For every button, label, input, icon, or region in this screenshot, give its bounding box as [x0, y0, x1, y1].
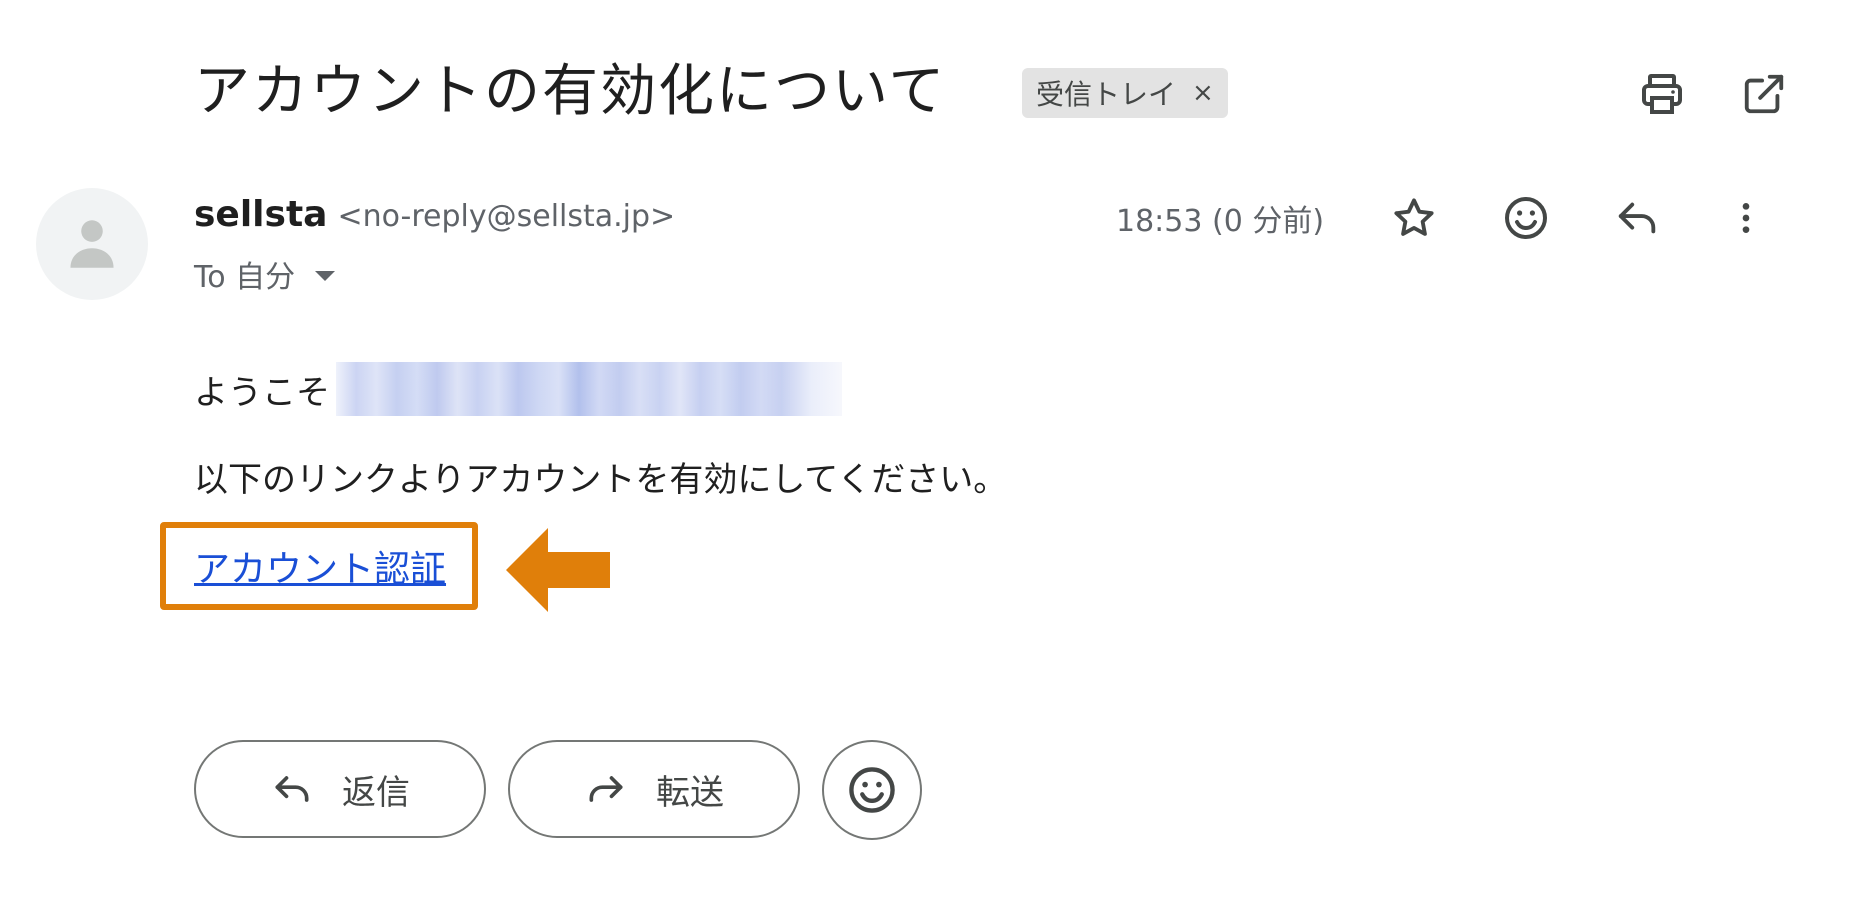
sender-email: <no-reply@sellsta.jp>: [337, 199, 676, 234]
emoji-icon: [849, 767, 895, 813]
reply-icon: [275, 776, 309, 802]
star-icon[interactable]: [1386, 190, 1442, 246]
inbox-label-text: 受信トレイ: [1036, 78, 1177, 111]
open-in-new-icon[interactable]: [1736, 66, 1792, 122]
avatar: [36, 188, 148, 300]
reply-button[interactable]: 返信: [194, 740, 486, 838]
more-vert-icon[interactable]: [1718, 190, 1774, 246]
forward-button[interactable]: 転送: [508, 740, 800, 838]
recipient-text: To 自分: [194, 260, 296, 295]
forward-icon: [589, 776, 623, 802]
timestamp: 18:53 (0 分前): [1116, 204, 1325, 239]
reply-icon[interactable]: [1610, 190, 1666, 246]
greeting-text: ようこそ: [194, 372, 330, 413]
sender-name: sellsta: [194, 194, 328, 235]
greeting-line: ようこそ: [194, 362, 842, 416]
inbox-label-chip[interactable]: 受信トレイ ×: [1022, 68, 1228, 118]
forward-button-label: 転送: [656, 772, 724, 813]
account-verification-link[interactable]: アカウント認証: [194, 540, 446, 592]
remove-label-icon[interactable]: ×: [1192, 78, 1214, 108]
reply-button-label: 返信: [342, 772, 410, 813]
chevron-down-icon[interactable]: [315, 271, 336, 281]
emoji-reaction-button[interactable]: [822, 740, 922, 840]
sender-line: sellsta <no-reply@sellsta.jp>: [194, 194, 675, 235]
print-icon[interactable]: [1634, 66, 1690, 122]
person-icon: [70, 220, 114, 268]
arrow-left-icon: [506, 528, 610, 612]
emoji-icon[interactable]: [1498, 190, 1554, 246]
recipient-line[interactable]: To 自分: [194, 252, 336, 296]
email-subject: アカウントの有効化について: [194, 59, 947, 124]
instruction-text: 以下のリンクよりアカウントを有効にしてください。: [194, 460, 1008, 500]
redacted-username: [336, 362, 842, 416]
